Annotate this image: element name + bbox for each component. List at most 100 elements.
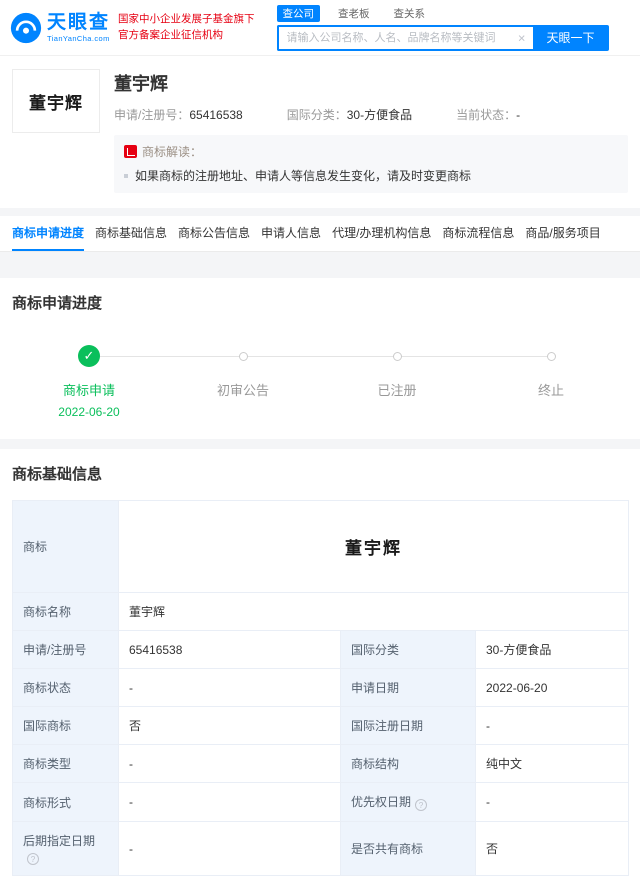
search-button[interactable]: 天眼一下: [532, 24, 609, 51]
trademark-image: 董宇辉: [12, 69, 100, 133]
summary-fields: 申请/注册号：65416538 国际分类：30-方便食品 当前状态：-: [114, 106, 628, 123]
summary-main: 董宇辉 申请/注册号：65416538 国际分类：30-方便食品 当前状态：- …: [114, 69, 628, 193]
search-tab-company[interactable]: 查公司: [276, 4, 321, 22]
cell-value: 2022-06-20: [474, 668, 630, 707]
tab-agency-info[interactable]: 代理/办理机构信息: [332, 216, 431, 251]
info-icon[interactable]: ?: [415, 799, 428, 811]
trademark-image-cell: 董宇辉: [345, 539, 402, 559]
field-registration-number: 申请/注册号：65416538: [114, 108, 243, 122]
cell-label: 商标状态: [12, 668, 119, 707]
search-tab-relation[interactable]: 查关系: [388, 5, 432, 22]
basic-info-panel: 商标基础信息 商标 董宇辉 商标名称 董宇辉 申请/注册号 65416538 国…: [0, 449, 640, 876]
logo-text: 天眼查 TianYanCha.com: [47, 13, 110, 43]
tab-applicant-info[interactable]: 申请人信息: [261, 216, 321, 251]
pending-circle-icon: [238, 351, 248, 361]
cell-value: 董宇辉: [117, 500, 630, 593]
interpretation-box: 商标解读： 如果商标的注册地址、申请人等信息发生变化，请及时变更商标: [114, 135, 628, 193]
cell-label: 商标类型: [12, 744, 119, 783]
table-row: 商标名称 董宇辉: [12, 592, 630, 631]
logo-title: 天眼查: [47, 11, 111, 33]
cell-value: -: [118, 821, 341, 876]
interpretation-icon: [124, 145, 137, 158]
table-row: 商标类型 - 商标结构 纯中文: [12, 744, 630, 783]
progress-timeline: ✓ 商标申请 2022-06-20 初审公告 已注册 终止: [12, 329, 628, 425]
table-row: 商标状态 - 申请日期 2022-06-20: [12, 668, 630, 707]
trademark-summary: 董宇辉 董宇辉 申请/注册号：65416538 国际分类：30-方便食品 当前状…: [0, 56, 640, 208]
check-icon: ✓: [78, 345, 100, 367]
timeline-step-terminated: 终止: [474, 345, 628, 419]
logo-subtitle: TianYanCha.com: [47, 33, 110, 43]
table-row: 商标形式 - 优先权日期? -: [12, 782, 630, 822]
cell-label: 商标: [12, 500, 119, 593]
cell-label: 商标形式: [12, 782, 119, 822]
cell-value: 董宇辉: [117, 592, 630, 631]
basic-info-section-title: 商标基础信息: [12, 466, 103, 483]
cell-value: -: [118, 668, 341, 707]
pending-circle-icon: [546, 351, 556, 361]
timeline-step-registered: 已注册: [320, 345, 474, 419]
cell-label: 是否共有商标: [340, 821, 476, 876]
cell-label: 商标结构: [340, 744, 476, 783]
search-input-wrap: ×: [276, 24, 533, 51]
cell-label: 后期指定日期?: [12, 821, 119, 876]
timeline-step-label: 初审公告: [216, 383, 269, 398]
basic-info-table: 商标 董宇辉 商标名称 董宇辉 申请/注册号 65416538 国际分类 30-…: [12, 500, 630, 876]
page-title: 董宇辉: [114, 74, 168, 94]
page: 天眼查 TianYanCha.com 国家中小企业发展子基金旗下 官方备案企业征…: [0, 0, 640, 876]
cell-value: 否: [118, 706, 341, 745]
bullet-icon: [124, 173, 128, 178]
cell-label: 国际分类: [340, 630, 476, 669]
cell-value: 纯中文: [474, 744, 630, 783]
cell-label: 申请/注册号: [12, 630, 119, 669]
tab-announcement-info[interactable]: 商标公告信息: [178, 216, 250, 251]
tab-process-info[interactable]: 商标流程信息: [442, 216, 514, 251]
cell-label: 优先权日期?: [340, 782, 476, 822]
table-row: 商标 董宇辉: [12, 500, 630, 593]
field-current-status: 当前状态：-: [456, 108, 521, 122]
interpretation-header: 商标解读：: [124, 143, 618, 160]
timeline-step-label: 已注册: [377, 383, 417, 398]
progress-section-title: 商标申请进度: [12, 295, 103, 312]
table-row: 申请/注册号 65416538 国际分类 30-方便食品: [12, 630, 630, 669]
cell-value: -: [118, 782, 341, 822]
tianyancha-logo-icon: [10, 12, 42, 43]
cell-value: -: [118, 744, 341, 783]
timeline-step-applied: ✓ 商标申请 2022-06-20: [12, 345, 166, 419]
cell-value: 否: [474, 821, 630, 876]
tianyancha-logo[interactable]: 天眼查 TianYanCha.com: [10, 12, 110, 44]
table-row: 后期指定日期? - 是否共有商标 否: [12, 821, 630, 876]
search-block: 查公司 查老板 查关系 × 天眼一下: [276, 4, 609, 51]
top-header: 天眼查 TianYanCha.com 国家中小企业发展子基金旗下 官方备案企业征…: [0, 0, 640, 56]
progress-panel: 商标申请进度 ✓ 商标申请 2022-06-20 初审公告 已注册 终止: [0, 278, 640, 439]
interpretation-item: 如果商标的注册地址、申请人等信息发生变化，请及时变更商标: [124, 167, 618, 184]
tab-trademark-progress[interactable]: 商标申请进度: [12, 216, 85, 251]
pending-circle-icon: [392, 351, 402, 361]
slogan-line-2: 官方备案企业征信机构: [118, 28, 224, 41]
field-intl-class: 国际分类：30-方便食品: [286, 108, 413, 122]
timeline-step-label: 商标申请: [62, 383, 115, 398]
cell-value: -: [474, 706, 630, 745]
info-icon[interactable]: ?: [27, 853, 39, 865]
section-nav: 商标申请进度 商标基础信息 商标公告信息 申请人信息 代理/办理机构信息 商标流…: [0, 216, 640, 252]
cell-value: 65416538: [118, 630, 341, 669]
slogan-line-1: 国家中小企业发展子基金旗下: [118, 12, 255, 25]
search-input[interactable]: [276, 24, 533, 51]
search-tab-boss[interactable]: 查老板: [332, 5, 376, 22]
cell-label: 申请日期: [340, 668, 476, 707]
cell-label: 国际注册日期: [340, 706, 476, 745]
tab-basic-info[interactable]: 商标基础信息: [95, 216, 167, 251]
cell-value: 30-方便食品: [474, 630, 630, 669]
table-row: 国际商标 否 国际注册日期 -: [12, 706, 630, 745]
cell-value: -: [474, 782, 630, 822]
timeline-step-label: 终止: [537, 383, 564, 398]
interpretation-title: 商标解读：: [142, 145, 203, 159]
trademark-image-text: 董宇辉: [29, 93, 83, 114]
interpretation-text: 如果商标的注册地址、申请人等信息发生变化，请及时变更商标: [135, 169, 472, 183]
cell-label: 国际商标: [12, 706, 119, 745]
timeline-step-date: 2022-06-20: [58, 405, 120, 419]
cell-label: 商标名称: [12, 592, 119, 631]
search-tabs: 查公司 查老板 查关系: [276, 4, 609, 22]
header-slogan: 国家中小企业发展子基金旗下 官方备案企业征信机构: [118, 12, 255, 44]
tab-goods-services[interactable]: 商品/服务项目: [525, 216, 600, 251]
clear-search-icon[interactable]: ×: [518, 31, 526, 44]
